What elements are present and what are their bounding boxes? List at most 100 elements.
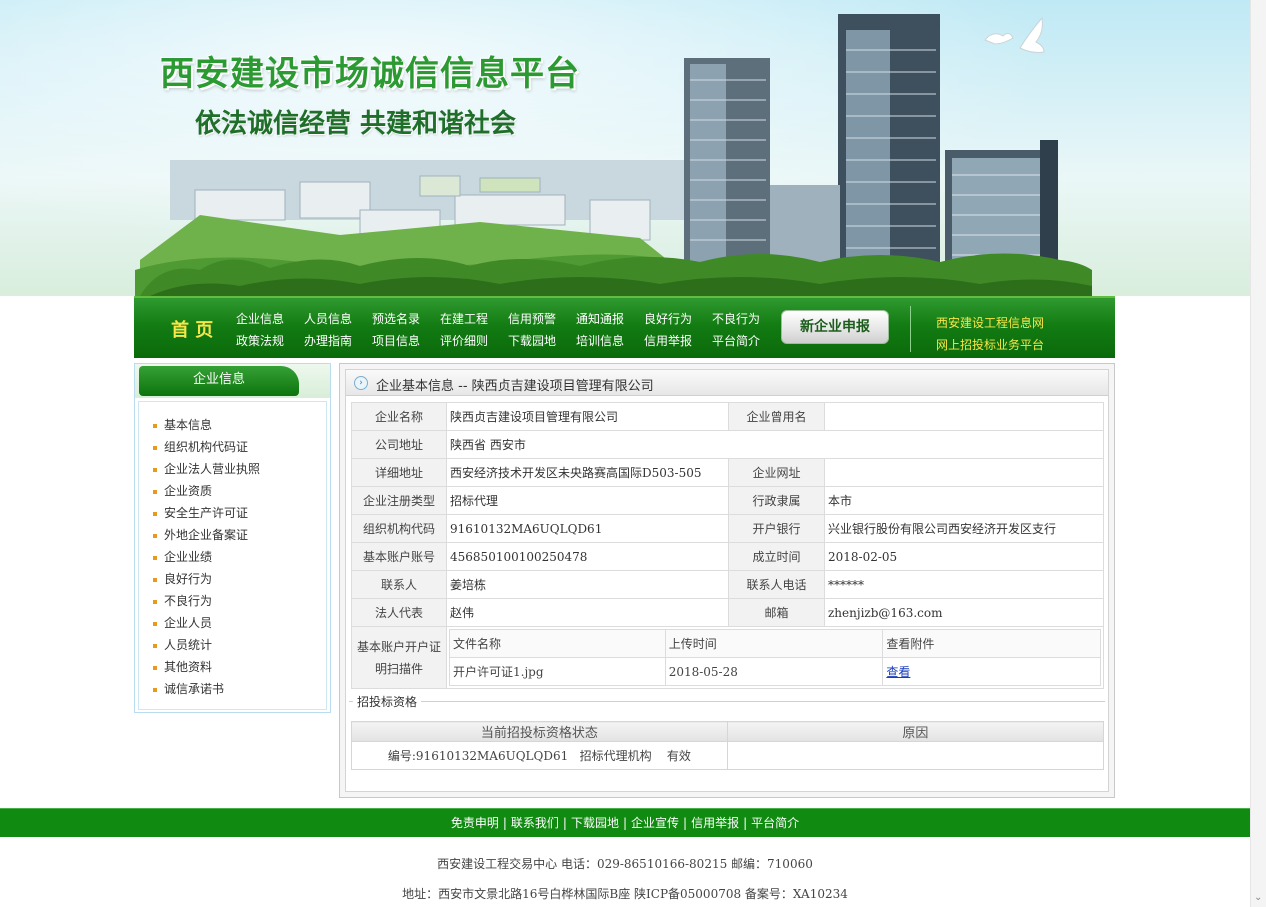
nav-link-personnel-info[interactable]: 人员信息: [304, 310, 352, 327]
external-link-online-bidding-platform[interactable]: 网上招投标业务平台: [936, 336, 1044, 353]
sidebar-item-staff-statistics[interactable]: 人员统计: [153, 634, 260, 656]
field-label: 成立时间: [728, 542, 825, 571]
bullet-icon: [153, 665, 157, 670]
nav-link-platform-intro[interactable]: 平台简介: [712, 332, 760, 349]
section-legend: 招投标资格: [353, 693, 422, 710]
nav-link-preselection-list[interactable]: 预选名录: [372, 310, 420, 327]
sidebar: 企业信息 基本信息 组织机构代码证 企业法人营业执照 企业资质 安全生产许可证 …: [134, 363, 331, 713]
sidebar-item-qualifications[interactable]: 企业资质: [153, 480, 260, 502]
nav-link-guide[interactable]: 办理指南: [304, 332, 352, 349]
footer-link-platform-intro[interactable]: 平台简介: [751, 816, 799, 830]
sidebar-item-company-staff[interactable]: 企业人员: [153, 612, 260, 634]
bullet-icon: [153, 489, 157, 494]
sidebar-item-integrity-pledge[interactable]: 诚信承诺书: [153, 678, 260, 700]
sidebar-item-good-conduct[interactable]: 良好行为: [153, 568, 260, 590]
footer-link-credit-report[interactable]: 信用举报: [691, 816, 739, 830]
new-company-apply-button[interactable]: 新企业申报: [781, 310, 889, 344]
field-label: 法人代表: [350, 598, 448, 627]
nav-link-project-info[interactable]: 项目信息: [372, 332, 420, 349]
attachments-cell: 文件名称 上传时间 查看附件 开户许可证1.jpg 2018-05-28 查看: [446, 626, 1104, 689]
bullet-icon: [153, 511, 157, 516]
sidebar-item-bad-conduct[interactable]: 不良行为: [153, 590, 260, 612]
field-label: 企业网址: [728, 458, 825, 487]
nav-link-credit-warning[interactable]: 信用预警: [508, 310, 556, 327]
field-label: 邮箱: [728, 598, 825, 627]
field-label: 开户银行: [728, 514, 825, 543]
nav-link-policies[interactable]: 政策法规: [236, 332, 284, 349]
field-label: 企业注册类型: [350, 486, 448, 515]
main-panel: › 企业基本信息 -- 陕西贞吉建设项目管理有限公司 企业名称 陕西贞吉建设项目…: [339, 363, 1115, 798]
attachment-upload-date: 2018-05-28: [664, 657, 884, 686]
sidebar-item-external-registration[interactable]: 外地企业备案证: [153, 524, 260, 546]
footer-separator: |: [502, 816, 507, 830]
bullet-icon: [153, 621, 157, 626]
footer-link-contact-us[interactable]: 联系我们: [511, 816, 559, 830]
column-header: 当前招投标资格状态: [351, 721, 728, 742]
chevron-down-icon[interactable]: ⌄: [1254, 893, 1264, 903]
footer-separator: |: [683, 816, 688, 830]
org-code-value: 91610132MA6UQLQD61: [446, 514, 729, 543]
sidebar-menu: 基本信息 组织机构代码证 企业法人营业执照 企业资质 安全生产许可证 外地企业备…: [138, 401, 327, 710]
page-scrollbar[interactable]: ⌄: [1250, 0, 1266, 907]
table-row: 基本账户开户证 明扫描件 文件名称 上传时间 查看附件 开户许可证1.jpg 2…: [350, 626, 1104, 689]
website-value: [823, 458, 1105, 487]
city-skyline-illustration: [135, 14, 1092, 296]
bid-reason-value: [726, 741, 1105, 770]
header-banner: 西安建设市场诚信信息平台 依法诚信经营 共建和谐社会: [0, 0, 1250, 296]
bullet-icon: [153, 467, 157, 472]
nav-home-link[interactable]: 首 页: [171, 316, 213, 342]
sidebar-item-org-code-cert[interactable]: 组织机构代码证: [153, 436, 260, 458]
contact-person-value: 姜培栋: [446, 570, 729, 599]
nav-link-good-conduct[interactable]: 良好行为: [644, 310, 692, 327]
external-link-xian-construction-info[interactable]: 西安建设工程信息网: [936, 314, 1044, 331]
bullet-icon: [153, 577, 157, 582]
field-label: 联系人: [350, 570, 448, 599]
footer-link-downloads[interactable]: 下载园地: [571, 816, 619, 830]
bullet-icon: [153, 423, 157, 428]
field-label: 详细地址: [350, 458, 448, 487]
table-row: 文件名称 上传时间 查看附件: [449, 629, 1102, 658]
attachment-filename: 开户许可证1.jpg: [449, 657, 666, 686]
footer-link-disclaimer[interactable]: 免责申明: [451, 816, 499, 830]
footer-link-company-promo[interactable]: 企业宣传: [631, 816, 679, 830]
nav-link-notices[interactable]: 通知通报: [576, 310, 624, 327]
nav-link-evaluation-rules[interactable]: 评价细则: [440, 332, 488, 349]
bank-value: 兴业银行股份有限公司西安经济开发区支行: [823, 514, 1105, 543]
nav-link-training-info[interactable]: 培训信息: [576, 332, 624, 349]
sidebar-title: 企业信息: [139, 366, 299, 396]
footer-links-bar: 免责申明 | 联系我们 | 下载园地 | 企业宣传 | 信用举报 | 平台简介: [0, 808, 1250, 837]
nav-link-credit-report[interactable]: 信用举报: [644, 332, 692, 349]
column-header: 原因: [726, 721, 1105, 742]
panel-title: 企业基本信息 -- 陕西贞吉建设项目管理有限公司: [376, 379, 654, 394]
view-attachment-link[interactable]: 查看: [886, 665, 910, 679]
chevron-right-circle-icon: ›: [354, 376, 368, 390]
bullet-icon: [153, 599, 157, 604]
administrative-affiliation-value: 本市: [823, 486, 1105, 515]
table-row: 公司地址 陕西省 西安市: [350, 430, 1104, 459]
footer-separator: |: [743, 816, 748, 830]
table-row: 基本账户账号 456850100100250478 成立时间 2018-02-0…: [350, 542, 1105, 571]
nav-link-projects-under-construction[interactable]: 在建工程: [440, 310, 488, 327]
table-row: 编号:91610132MA6UQLQD61 招标代理机构 有效: [351, 741, 1105, 770]
field-label: 公司地址: [350, 430, 448, 459]
panel-titlebar: › 企业基本信息 -- 陕西贞吉建设项目管理有限公司: [346, 370, 1108, 396]
nav-link-downloads[interactable]: 下载园地: [508, 332, 556, 349]
bullet-icon: [153, 445, 157, 450]
sidebar-item-safety-license[interactable]: 安全生产许可证: [153, 502, 260, 524]
company-info-table: 企业名称 陕西贞吉建设项目管理有限公司 企业曾用名 公司地址 陕西省 西安市 详…: [350, 402, 1105, 689]
sidebar-item-performance[interactable]: 企业业绩: [153, 546, 260, 568]
account-number-value: 456850100100250478: [446, 542, 729, 571]
table-row: 开户许可证1.jpg 2018-05-28 查看: [449, 657, 1102, 686]
company-name-value: 陕西贞吉建设项目管理有限公司: [446, 402, 729, 431]
bullet-icon: [153, 555, 157, 560]
nav-link-company-info[interactable]: 企业信息: [236, 310, 284, 327]
sidebar-item-business-license[interactable]: 企业法人营业执照: [153, 458, 260, 480]
bullet-icon: [153, 533, 157, 538]
former-name-value: [823, 402, 1105, 431]
nav-link-bad-conduct[interactable]: 不良行为: [712, 310, 760, 327]
bullet-icon: [153, 643, 157, 648]
sidebar-item-basic-info[interactable]: 基本信息: [153, 414, 260, 436]
sidebar-item-other-documents[interactable]: 其他资料: [153, 656, 260, 678]
company-address-value: 陕西省 西安市: [446, 430, 1104, 459]
footer-separator: |: [622, 816, 628, 830]
